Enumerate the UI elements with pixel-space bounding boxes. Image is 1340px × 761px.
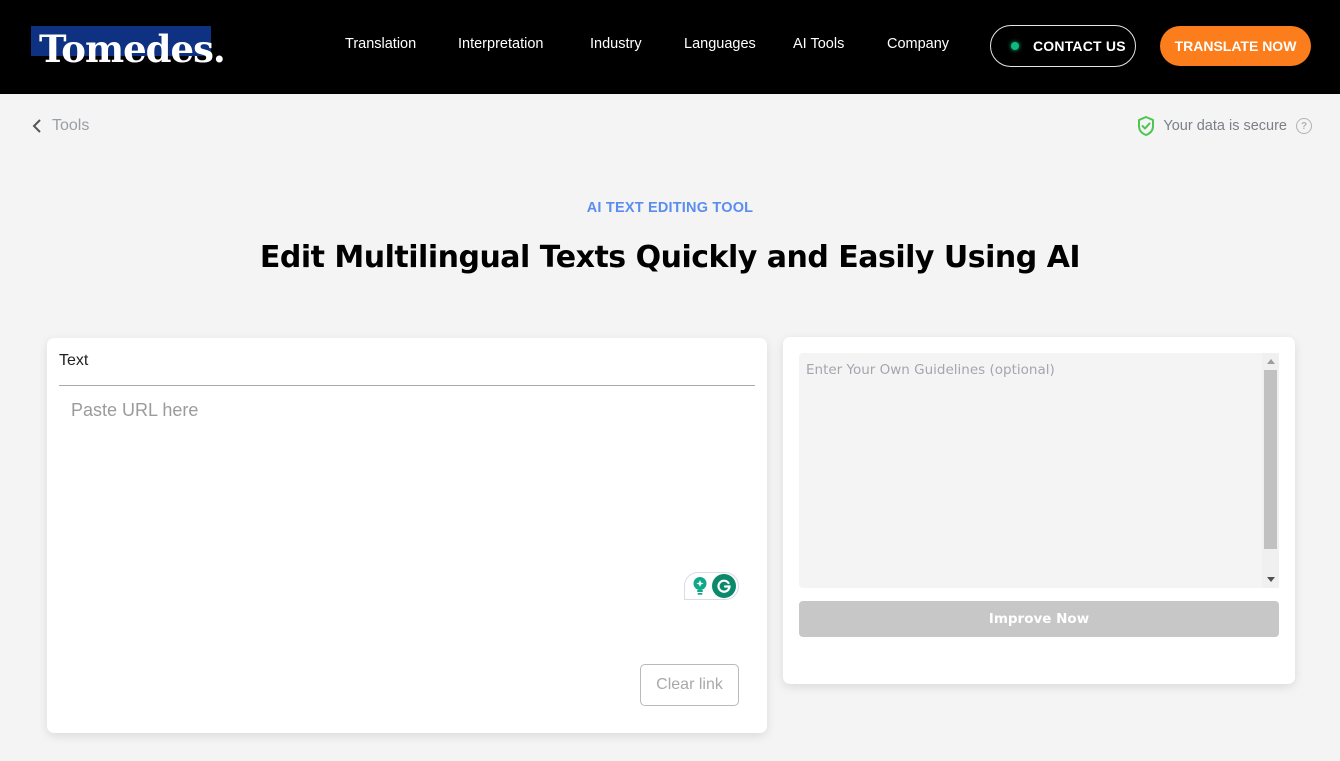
lightbulb-icon (693, 577, 707, 595)
shield-check-icon (1138, 116, 1155, 136)
top-navigation-bar: Tomedes. Translation Interpretation Indu… (0, 0, 1340, 94)
grammarly-g-icon (712, 574, 736, 598)
contact-us-label: CONTACT US (1033, 38, 1126, 54)
translate-now-label: TRANSLATE NOW (1174, 38, 1297, 54)
guidelines-scrollbar[interactable] (1262, 353, 1279, 588)
nav-item-translation[interactable]: Translation (345, 36, 416, 52)
guidelines-input[interactable] (799, 353, 1262, 588)
chevron-left-icon (32, 119, 41, 133)
text-input-panel: Text Clear link (47, 338, 767, 733)
data-secure-indicator: Your data is secure ? (1136, 115, 1312, 137)
guidelines-panel: Improve Now (783, 337, 1295, 684)
nav-item-interpretation[interactable]: Interpretation (458, 36, 543, 52)
nav-item-ai-tools[interactable]: AI Tools (793, 36, 844, 52)
url-input[interactable] (59, 390, 755, 590)
nav-item-languages[interactable]: Languages (684, 36, 756, 52)
scroll-down-arrow-icon[interactable] (1267, 577, 1275, 582)
online-status-dot-icon (1011, 42, 1019, 50)
improve-now-button[interactable]: Improve Now (799, 601, 1279, 637)
data-secure-label: Your data is secure (1163, 118, 1287, 134)
guidelines-field-wrapper (799, 353, 1279, 588)
clear-link-button[interactable]: Clear link (640, 664, 739, 706)
back-to-tools-link[interactable]: Tools (30, 116, 89, 136)
contact-us-button[interactable]: CONTACT US (990, 25, 1136, 67)
tomedes-logo[interactable]: Tomedes. (31, 26, 241, 71)
scrollbar-thumb[interactable] (1264, 370, 1277, 549)
nav-item-industry[interactable]: Industry (590, 36, 642, 52)
grammarly-widget[interactable] (684, 572, 739, 600)
text-panel-divider (59, 385, 755, 386)
logo-text: Tomedes. (39, 27, 226, 71)
text-panel-label: Text (59, 352, 89, 369)
help-question-icon[interactable]: ? (1296, 118, 1312, 134)
back-label: Tools (52, 117, 90, 134)
scroll-up-arrow-icon[interactable] (1267, 359, 1275, 364)
tool-eyebrow-label: AI TEXT EDITING TOOL (586, 200, 754, 216)
translate-now-button[interactable]: TRANSLATE NOW (1160, 26, 1311, 66)
nav-item-company[interactable]: Company (887, 36, 949, 52)
page-title: Edit Multilingual Texts Quickly and Easi… (259, 240, 1081, 275)
